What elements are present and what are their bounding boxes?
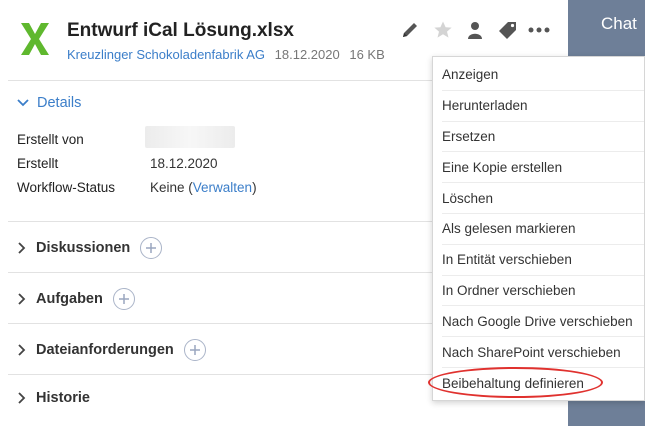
section-discussions-toggle[interactable]: Diskussionen [18, 237, 163, 259]
file-size: 16 KB [349, 47, 385, 62]
section-file-requests-toggle[interactable]: Dateianforderungen [18, 339, 206, 361]
section-tasks-label: Aufgaben [36, 291, 103, 307]
plus-icon [146, 243, 157, 253]
menu-item-replace[interactable]: Ersetzen [442, 122, 644, 153]
created-by-value-redacted [145, 126, 235, 148]
menu-item-move-sharepoint[interactable]: Nach SharePoint verschieben [442, 337, 644, 368]
add-discussion-button[interactable] [140, 237, 163, 259]
plus-icon [189, 345, 200, 355]
file-name: Entwurf iCal Lösung.xlsx [67, 20, 294, 41]
workflow-status-text: Keine [150, 180, 185, 195]
section-history-toggle[interactable]: Historie [18, 390, 90, 406]
add-task-button[interactable] [112, 288, 135, 310]
chevron-right-icon [18, 293, 26, 305]
section-discussions-label: Diskussionen [36, 240, 131, 256]
chat-label[interactable]: Chat [601, 14, 637, 34]
created-value: 18.12.2020 [150, 156, 218, 171]
file-date: 18.12.2020 [274, 47, 340, 62]
created-by-label: Erstellt von [17, 132, 84, 147]
menu-item-define-retention[interactable]: Beibehaltung definieren [442, 368, 644, 399]
pencil-icon[interactable] [399, 19, 421, 41]
section-file-requests-label: Dateianforderungen [36, 342, 174, 358]
chevron-right-icon [18, 344, 26, 356]
more-icon[interactable] [528, 19, 550, 41]
add-file-request-button[interactable] [183, 339, 206, 361]
created-label: Erstellt [17, 156, 59, 171]
menu-item-move-folder[interactable]: In Ordner verschieben [442, 276, 644, 307]
workflow-status-label: Workflow-Status [17, 180, 116, 195]
menu-item-delete[interactable]: Löschen [442, 183, 644, 214]
plus-icon [118, 294, 129, 304]
chevron-right-icon [18, 242, 26, 254]
file-meta: Kreuzlinger Schokoladenfabrik AG 18.12.2… [67, 47, 391, 62]
workflow-status-value: Keine (Verwalten) [150, 180, 257, 195]
manage-workflow-link[interactable]: Verwalten [193, 180, 252, 195]
details-label: Details [37, 95, 82, 111]
star-icon[interactable] [432, 19, 454, 41]
menu-item-view[interactable]: Anzeigen [442, 60, 644, 91]
user-icon[interactable] [464, 19, 486, 41]
excel-x-icon [19, 21, 51, 57]
chevron-right-icon [18, 392, 26, 404]
menu-item-download[interactable]: Herunterladen [442, 91, 644, 122]
menu-item-copy[interactable]: Eine Kopie erstellen [442, 152, 644, 184]
section-tasks-toggle[interactable]: Aufgaben [18, 288, 135, 310]
details-toggle[interactable]: Details [17, 95, 81, 111]
chevron-down-icon [17, 99, 29, 107]
file-actions-menu: Anzeigen Herunterladen Ersetzen Eine Kop… [432, 56, 645, 401]
menu-item-move-entity[interactable]: In Entität verschieben [442, 245, 644, 276]
tag-icon[interactable] [497, 19, 519, 41]
menu-item-mark-read[interactable]: Als gelesen markieren [442, 214, 644, 245]
menu-item-move-google-drive[interactable]: Nach Google Drive verschieben [442, 306, 644, 338]
section-history-label: Historie [36, 390, 90, 406]
entity-link[interactable]: Kreuzlinger Schokoladenfabrik AG [67, 47, 265, 62]
